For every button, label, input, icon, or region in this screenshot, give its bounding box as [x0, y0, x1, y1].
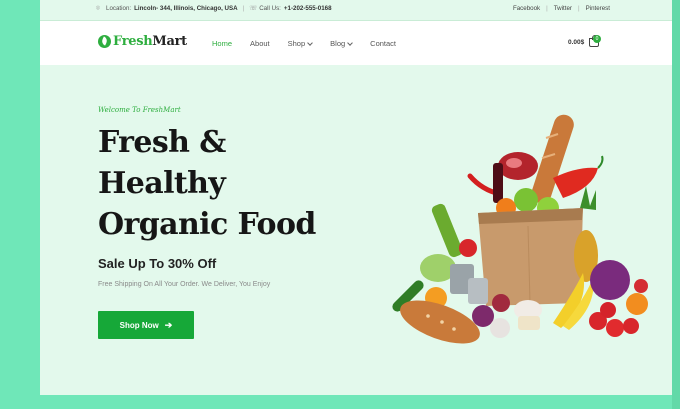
phone-icon: ☏ — [249, 5, 258, 12]
hero-title-line: Fresh & — [98, 125, 226, 160]
cart-total: 0.00$ — [568, 39, 585, 46]
nav-blog-label: Blog — [330, 39, 346, 48]
call-label: Call Us: — [259, 5, 281, 12]
hero-title: Fresh & Healthy Organic Food — [98, 122, 358, 245]
can-image — [468, 278, 488, 304]
nav-blog[interactable]: Blog — [330, 39, 354, 48]
arrow-right-icon: ➔ — [164, 319, 173, 330]
divider: | — [577, 5, 580, 12]
nav-shop[interactable]: Shop — [288, 39, 313, 48]
bottle-image — [493, 163, 503, 203]
main-nav: Home About Shop Blog Contact — [212, 39, 396, 48]
hero-title-line: Healthy — [98, 166, 226, 201]
onion-image — [472, 305, 494, 327]
pinterest-link[interactable]: Pinterest — [586, 5, 610, 12]
garlic-image — [490, 318, 510, 338]
shop-now-button[interactable]: Shop Now ➔ — [98, 311, 194, 339]
twitter-link[interactable]: Twitter — [554, 5, 572, 12]
top-info-bar: ⌾ Location: Lincoln- 344, Illinois, Chic… — [40, 0, 672, 21]
divider: | — [242, 5, 245, 12]
hero-eyebrow: Welcome To FreshMart — [98, 106, 181, 114]
location-label: Location: — [106, 5, 132, 12]
berry-image — [634, 279, 648, 293]
location-icon: ⌾ — [96, 5, 100, 12]
main-header: FreshMart Home About Shop Blog Contact 0… — [40, 21, 672, 65]
shop-now-label: Shop Now — [119, 320, 159, 330]
tomato-image — [459, 239, 477, 257]
chevron-down-icon — [307, 39, 313, 46]
paper-bag-image — [478, 208, 583, 306]
grocery-bag-illustration — [392, 114, 648, 344]
apple-image — [514, 188, 538, 212]
facebook-link[interactable]: Facebook — [513, 5, 540, 12]
nav-contact[interactable]: Contact — [370, 39, 396, 48]
logo-text: FreshMart — [113, 34, 187, 49]
onion-image — [492, 294, 510, 312]
cart-count-badge: 0 — [593, 35, 601, 43]
orange-image — [626, 293, 648, 315]
location-value: Lincoln- 344, Illinois, Chicago, USA — [134, 5, 238, 12]
hero-description: Free Shipping On All Your Order. We Deli… — [98, 281, 271, 288]
cheese-image — [518, 316, 540, 330]
tomato-image — [623, 318, 639, 334]
hero-title-line: Organic Food — [98, 207, 316, 242]
tomato-image — [606, 319, 624, 337]
hero-subtitle: Sale Up To 30% Off — [98, 256, 217, 271]
celery-image — [431, 203, 463, 258]
call-value[interactable]: +1-202-555-0168 — [284, 5, 332, 12]
red-cabbage-image — [590, 260, 630, 300]
nav-about[interactable]: About — [250, 39, 270, 48]
site-logo[interactable]: FreshMart — [98, 34, 187, 49]
chevron-down-icon — [347, 39, 354, 46]
nav-shop-label: Shop — [287, 39, 306, 48]
meat-image — [506, 158, 522, 168]
logo-leaf-icon — [98, 35, 111, 48]
website-frame: ⌾ Location: Lincoln- 344, Illinois, Chic… — [40, 0, 672, 395]
tomato-image — [600, 302, 616, 318]
divider: | — [546, 5, 548, 12]
nav-home[interactable]: Home — [212, 39, 232, 48]
backdrop-edge — [672, 0, 680, 409]
